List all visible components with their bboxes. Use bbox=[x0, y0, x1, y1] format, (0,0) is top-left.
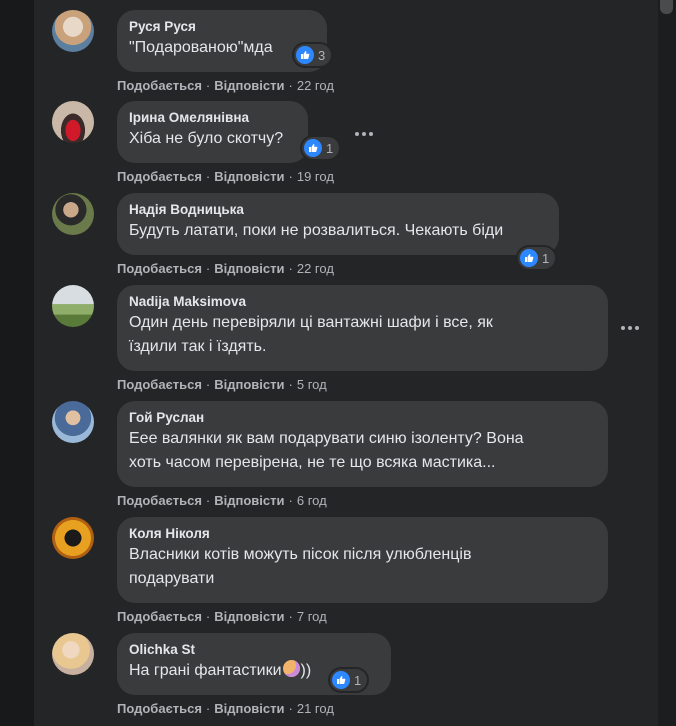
reaction-count[interactable]: 1 bbox=[330, 669, 368, 691]
separator: · bbox=[205, 377, 211, 392]
timestamp[interactable]: 21 год bbox=[297, 701, 334, 716]
like-link[interactable]: Подобається bbox=[117, 609, 202, 624]
avatar[interactable] bbox=[52, 193, 94, 235]
separator: · bbox=[288, 493, 293, 508]
reply-link[interactable]: Відповісти bbox=[214, 78, 284, 93]
reaction-number: 1 bbox=[542, 250, 550, 266]
comment-bubble: Nadija Maksimova Один день перевіряли ці… bbox=[117, 285, 608, 371]
comment-text: "Подарованою"мда bbox=[129, 39, 273, 56]
comment-actions: Подобається · Відповісти · 7 год bbox=[117, 609, 327, 624]
author-name[interactable]: Ірина Омелянівна bbox=[129, 109, 296, 127]
facepalm-emoji-icon bbox=[282, 660, 300, 677]
comment-text: Хіба не було скотчу? bbox=[129, 130, 284, 147]
reaction-count[interactable]: 1 bbox=[518, 247, 556, 269]
scrollbar-thumb[interactable] bbox=[660, 0, 673, 14]
comment-actions: Подобається · Відповісти · 21 год bbox=[117, 701, 334, 716]
separator: · bbox=[288, 261, 293, 276]
comment-bubble: Ірина Омелянівна Хіба не було скотчу? bbox=[117, 101, 308, 163]
reply-link[interactable]: Відповісти bbox=[214, 609, 284, 624]
more-options-icon[interactable] bbox=[350, 127, 378, 141]
separator: · bbox=[205, 493, 211, 508]
author-name[interactable]: Коля Ніколя bbox=[129, 525, 596, 543]
reaction-number: 3 bbox=[318, 47, 326, 63]
author-name[interactable]: Nadija Maksimova bbox=[129, 293, 596, 311]
reaction-number: 1 bbox=[354, 672, 362, 688]
separator: · bbox=[205, 169, 211, 184]
comment-text-line: Один день перевіряли ці вантажні шафи і … bbox=[129, 314, 493, 331]
like-reaction-icon bbox=[332, 671, 350, 689]
comment-text-main: На грані фантастики bbox=[129, 662, 282, 679]
reaction-count[interactable]: 1 bbox=[302, 137, 340, 159]
author-name[interactable]: Надія Водницька bbox=[129, 201, 547, 219]
like-link[interactable]: Подобається bbox=[117, 493, 202, 508]
like-reaction-icon bbox=[296, 46, 314, 64]
reply-link[interactable]: Відповісти bbox=[214, 377, 284, 392]
comment-text-line: Власники котів можуть пісок після улюбле… bbox=[129, 546, 472, 563]
avatar[interactable] bbox=[52, 10, 94, 52]
reply-link[interactable]: Відповісти bbox=[214, 261, 284, 276]
comment-actions: Подобається · Відповісти · 22 год bbox=[117, 78, 334, 93]
avatar[interactable] bbox=[52, 285, 94, 327]
comment-actions: Подобається · Відповісти · 22 год bbox=[117, 261, 334, 276]
avatar[interactable] bbox=[52, 401, 94, 443]
timestamp[interactable]: 7 год bbox=[297, 609, 327, 624]
separator: · bbox=[288, 78, 293, 93]
reply-link[interactable]: Відповісти bbox=[214, 493, 284, 508]
timestamp[interactable]: 5 год bbox=[297, 377, 327, 392]
reaction-number: 1 bbox=[326, 140, 334, 156]
comment-bubble: Гой Руслан Еее валянки як вам подарувати… bbox=[117, 401, 608, 487]
comment-bubble: Надія Водницька Будуть латати, поки не р… bbox=[117, 193, 559, 255]
comment-text: Будуть латати, поки не розвалиться. Чека… bbox=[129, 222, 504, 239]
like-link[interactable]: Подобається bbox=[117, 261, 202, 276]
timestamp[interactable]: 6 год bbox=[297, 493, 327, 508]
separator: · bbox=[288, 169, 293, 184]
author-name[interactable]: Руся Руся bbox=[129, 18, 315, 36]
separator: · bbox=[288, 609, 293, 624]
comment-text-line: Еее валянки як вам подарувати синю ізоле… bbox=[129, 430, 524, 447]
avatar[interactable] bbox=[52, 633, 94, 675]
timestamp[interactable]: 22 год bbox=[297, 78, 334, 93]
separator: · bbox=[288, 701, 293, 716]
reaction-count[interactable]: 3 bbox=[294, 44, 332, 66]
like-link[interactable]: Подобається bbox=[117, 78, 202, 93]
comment-actions: Подобається · Відповісти · 19 год bbox=[117, 169, 334, 184]
timestamp[interactable]: 19 год bbox=[297, 169, 334, 184]
comment-actions: Подобається · Відповісти · 5 год bbox=[117, 377, 327, 392]
reply-link[interactable]: Відповісти bbox=[214, 169, 284, 184]
like-reaction-icon bbox=[520, 249, 538, 267]
like-link[interactable]: Подобається bbox=[117, 701, 202, 716]
like-reaction-icon bbox=[304, 139, 322, 157]
comment-bubble: Руся Руся "Подарованою"мда bbox=[117, 10, 327, 72]
reply-link[interactable]: Відповісти bbox=[214, 701, 284, 716]
like-link[interactable]: Подобається bbox=[117, 377, 202, 392]
separator: · bbox=[288, 377, 293, 392]
comment-text-line: подарувати bbox=[129, 570, 215, 587]
avatar[interactable] bbox=[52, 101, 94, 143]
author-name[interactable]: Гой Руслан bbox=[129, 409, 596, 427]
comment-actions: Подобається · Відповісти · 6 год bbox=[117, 493, 327, 508]
like-link[interactable]: Подобається bbox=[117, 169, 202, 184]
separator: · bbox=[205, 701, 211, 716]
scrollbar-track[interactable] bbox=[658, 0, 676, 726]
separator: · bbox=[205, 609, 211, 624]
author-name[interactable]: Olichka St bbox=[129, 641, 379, 659]
comment-bubble: Коля Ніколя Власники котів можуть пісок … bbox=[117, 517, 608, 603]
timestamp[interactable]: 22 год bbox=[297, 261, 334, 276]
comment-text-line: їздили так і їздять. bbox=[129, 338, 267, 355]
separator: · bbox=[205, 78, 211, 93]
comment-text-suffix: )) bbox=[300, 662, 312, 679]
separator: · bbox=[205, 261, 211, 276]
comment-text-line: хоть часом перевірена, не те що всяка ма… bbox=[129, 454, 496, 471]
more-options-icon[interactable] bbox=[616, 321, 644, 335]
avatar[interactable] bbox=[52, 517, 94, 559]
